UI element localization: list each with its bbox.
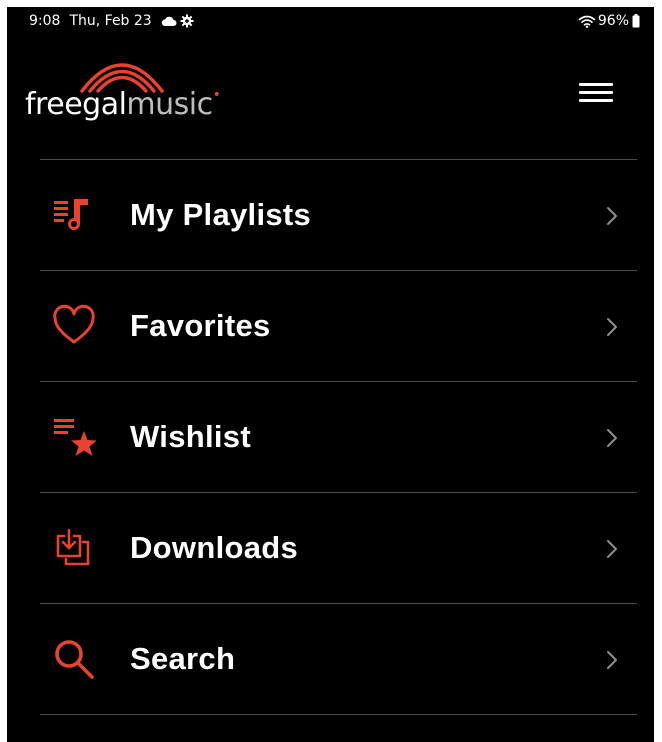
app-screen: 9:08 Thu, Feb 23 96% freegalmusic• My Pl… — [7, 7, 654, 742]
wifi-icon — [578, 15, 596, 28]
chevron-right-icon — [607, 540, 617, 558]
search-icon — [55, 640, 94, 679]
cloud-icon — [161, 16, 177, 26]
menu-item-label: Wishlist — [130, 419, 251, 454]
status-date: Thu, Feb 23 — [69, 13, 152, 29]
status-time: 9:08 — [29, 13, 61, 29]
menu-item-label: Downloads — [130, 530, 299, 565]
chevron-right-icon — [607, 651, 617, 669]
chevron-right-icon — [607, 207, 617, 225]
battery-icon — [632, 14, 640, 28]
status-bar: 9:08 Thu, Feb 23 96% — [7, 7, 654, 35]
gear-icon — [180, 14, 194, 28]
battery-percent: 96% — [597, 13, 629, 29]
hamburger-menu-icon[interactable] — [579, 83, 613, 109]
chevron-right-icon — [607, 429, 617, 447]
menu-item-favorites[interactable]: Favorites — [40, 271, 637, 381]
heart-icon — [53, 304, 95, 344]
logo-dot: • — [212, 87, 221, 103]
freegal-music-logo: freegalmusic• — [25, 51, 225, 131]
chevron-right-icon — [607, 318, 617, 336]
wishlist-star-icon — [54, 419, 96, 456]
logo-music: music — [126, 87, 213, 122]
download-icon — [56, 528, 90, 566]
menu-item-label: Favorites — [130, 308, 271, 343]
divider — [40, 714, 637, 715]
menu-item-downloads[interactable]: Downloads — [40, 493, 637, 603]
menu-item-wishlist[interactable]: Wishlist — [40, 382, 637, 492]
menu-item-search[interactable]: Search — [40, 604, 637, 714]
menu-item-label: Search — [130, 641, 236, 676]
menu-item-my-playlists[interactable]: My Playlists — [40, 160, 637, 270]
menu-item-label: My Playlists — [130, 197, 312, 232]
logo-freegal: freegal — [25, 87, 127, 122]
logo-wordmark: freegalmusic• — [25, 87, 221, 122]
playlist-icon — [54, 199, 88, 230]
